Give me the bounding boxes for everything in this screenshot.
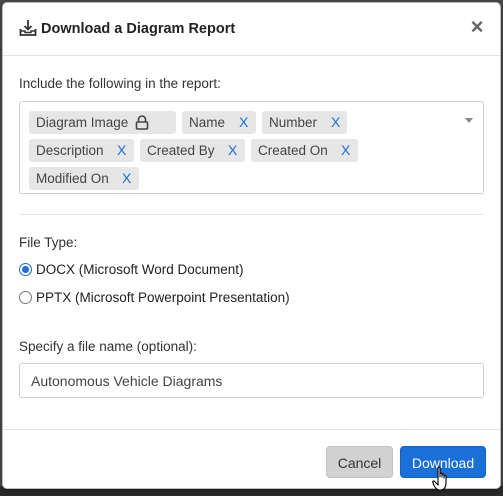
remove-number-tag-button[interactable]: X <box>331 111 340 134</box>
radio-button-pptx[interactable] <box>19 290 32 304</box>
remove-name-tag-button[interactable]: X <box>239 111 248 134</box>
download-report-dialog: Download a Diagram Report × Include the … <box>2 2 501 489</box>
tag-modified-on: Modified On X <box>29 167 139 190</box>
tag-label: Diagram Image <box>36 115 129 130</box>
include-label: Include the following in the report: <box>19 76 221 91</box>
tag-label: Created On <box>258 143 328 158</box>
cancel-button[interactable]: Cancel <box>326 446 393 478</box>
dialog-header: Download a Diagram Report × <box>3 3 500 56</box>
radio-pptx[interactable]: PPTX (Microsoft Powerpoint Presentation) <box>19 288 290 306</box>
lock-icon <box>135 115 149 130</box>
chevron-down-icon[interactable] <box>465 118 473 123</box>
section-divider <box>19 214 484 215</box>
include-fields-multiselect[interactable]: Diagram Image Name X Number X Descriptio… <box>19 101 484 194</box>
tag-label: Name <box>189 115 226 130</box>
file-type-label: File Type: <box>19 235 78 250</box>
download-tray-icon <box>19 20 37 36</box>
remove-description-tag-button[interactable]: X <box>117 139 126 162</box>
tag-label: Modified On <box>36 171 109 186</box>
remove-modified-on-tag-button[interactable]: X <box>122 167 131 190</box>
file-name-input[interactable] <box>19 363 484 398</box>
tag-label: Created By <box>147 143 215 158</box>
radio-label-pptx: PPTX (Microsoft Powerpoint Presentation) <box>36 289 290 305</box>
hand-pointer-cursor-icon <box>432 466 447 491</box>
radio-docx[interactable]: DOCX (Microsoft Word Document) <box>19 260 244 278</box>
tag-label: Number <box>269 115 318 130</box>
radio-label-docx: DOCX (Microsoft Word Document) <box>36 261 244 277</box>
remove-created-by-tag-button[interactable]: X <box>228 139 237 162</box>
tag-name: Name X <box>182 111 256 134</box>
tag-number: Number X <box>262 111 347 134</box>
radio-button-docx[interactable] <box>19 262 32 276</box>
tag-created-on: Created On X <box>251 139 358 162</box>
tag-description: Description X <box>29 139 134 162</box>
tag-diagram-image: Diagram Image <box>29 111 176 134</box>
tag-label: Description <box>36 143 104 158</box>
footer-divider <box>3 429 500 430</box>
dialog-title: Download a Diagram Report <box>41 21 236 37</box>
file-name-label: Specify a file name (optional): <box>19 339 197 354</box>
tag-created-by: Created By X <box>140 139 245 162</box>
remove-created-on-tag-button[interactable]: X <box>341 139 350 162</box>
close-button[interactable]: × <box>468 16 486 38</box>
